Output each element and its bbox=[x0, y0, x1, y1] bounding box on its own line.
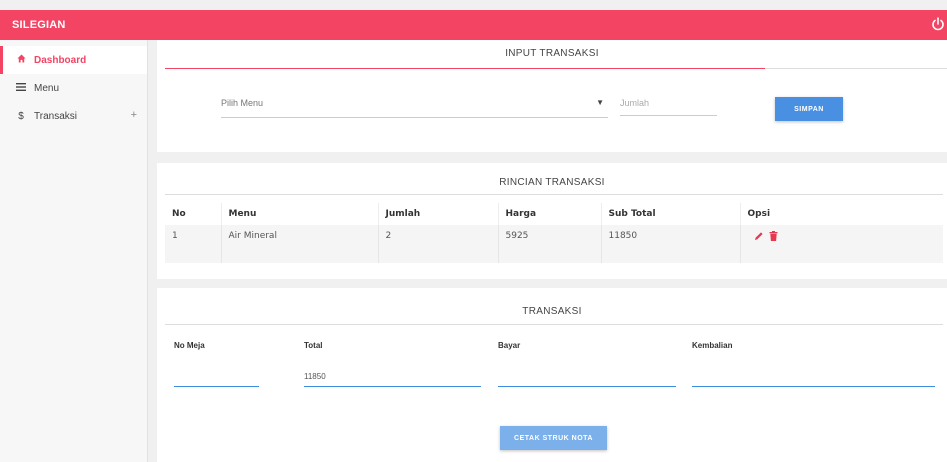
sidebar-item-label: Transaksi bbox=[34, 110, 77, 122]
transaction-card: TRANSAKSI No Meja Total 11850 Bayar Kemb… bbox=[157, 288, 947, 462]
menu-select[interactable]: Pilih Menu ▼ bbox=[221, 98, 608, 118]
quantity-placeholder: Jumlah bbox=[620, 98, 650, 108]
column-header: Sub Total bbox=[601, 203, 741, 225]
bayar-input[interactable] bbox=[498, 386, 676, 387]
input-transaction-card: INPUT TRANSAKSI Pilih Menu ▼ Jumlah SIMP… bbox=[157, 40, 947, 152]
sidebar-item-menu[interactable]: Menu bbox=[0, 74, 147, 102]
top-navbar: SILEGIAN bbox=[0, 10, 947, 40]
quantity-input[interactable]: Jumlah bbox=[620, 98, 717, 116]
edit-icon[interactable] bbox=[754, 231, 764, 241]
total-label: Total bbox=[304, 341, 323, 350]
total-input[interactable] bbox=[304, 386, 481, 387]
no-meja-input[interactable] bbox=[174, 386, 259, 387]
bayar-label: Bayar bbox=[498, 341, 521, 350]
kembalian-label: Kembalian bbox=[692, 341, 733, 350]
divider bbox=[165, 68, 765, 69]
detail-table: No Menu Jumlah Harga Sub Total Opsi 1 Ai… bbox=[165, 203, 943, 263]
kembalian-input[interactable] bbox=[692, 386, 935, 387]
menu-select-placeholder: Pilih Menu bbox=[221, 98, 264, 108]
power-icon[interactable] bbox=[931, 17, 945, 31]
card-title: RINCIAN TRANSAKSI bbox=[499, 177, 605, 188]
print-receipt-button[interactable]: CETAK STRUK NOTA bbox=[500, 426, 607, 450]
column-header: Harga bbox=[498, 203, 602, 225]
sidebar: Dashboard Menu $ Transaksi + bbox=[0, 40, 148, 462]
cell-subtotal: 11850 bbox=[601, 225, 741, 247]
transaction-detail-card: RINCIAN TRANSAKSI No Menu Jumlah Harga S… bbox=[157, 163, 947, 279]
cell-options bbox=[740, 225, 943, 247]
dropdown-arrow-icon: ▼ bbox=[596, 98, 604, 107]
delete-icon[interactable] bbox=[769, 231, 778, 241]
card-title: INPUT TRANSAKSI bbox=[505, 48, 599, 59]
cell-harga: 5925 bbox=[498, 225, 602, 247]
column-header: Menu bbox=[221, 203, 379, 225]
column-header: No bbox=[165, 203, 222, 225]
total-value: 11850 bbox=[304, 372, 326, 381]
table-row: 1 Air Mineral 2 5925 11850 bbox=[165, 225, 943, 247]
dollar-icon: $ bbox=[18, 110, 24, 122]
save-button[interactable]: SIMPAN bbox=[775, 97, 843, 121]
sidebar-item-label: Dashboard bbox=[34, 54, 87, 66]
divider bbox=[765, 68, 947, 69]
column-header: Jumlah bbox=[378, 203, 499, 225]
sidebar-item-dashboard[interactable]: Dashboard bbox=[0, 46, 147, 74]
main-content: INPUT TRANSAKSI Pilih Menu ▼ Jumlah SIMP… bbox=[149, 40, 947, 462]
table-header-row: No Menu Jumlah Harga Sub Total Opsi bbox=[165, 203, 943, 225]
column-header: Opsi bbox=[740, 203, 943, 225]
cell-menu: Air Mineral bbox=[221, 225, 379, 247]
no-meja-label: No Meja bbox=[174, 341, 205, 350]
sidebar-item-label: Menu bbox=[34, 82, 60, 94]
cell-no: 1 bbox=[165, 225, 222, 247]
home-icon bbox=[14, 54, 28, 66]
app-title: SILEGIAN bbox=[12, 19, 66, 31]
cell-jumlah: 2 bbox=[378, 225, 499, 247]
divider bbox=[165, 194, 943, 195]
expand-icon[interactable]: + bbox=[131, 109, 137, 121]
menu-icon bbox=[14, 82, 28, 94]
sidebar-item-transaksi[interactable]: $ Transaksi + bbox=[0, 102, 147, 130]
table-spacer-row bbox=[165, 247, 943, 263]
card-title: TRANSAKSI bbox=[522, 306, 582, 317]
divider bbox=[165, 324, 943, 325]
